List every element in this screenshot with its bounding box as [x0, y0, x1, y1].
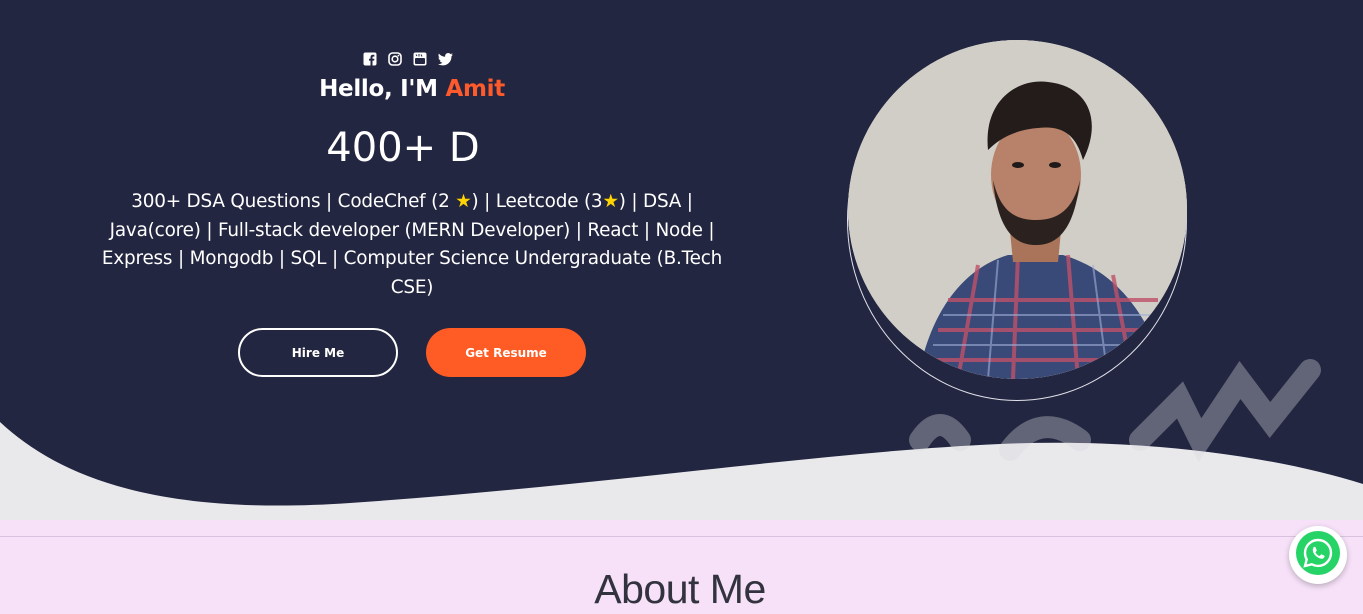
typed-headline: 400+ D: [326, 125, 480, 171]
twitter-icon[interactable]: [437, 51, 453, 67]
hero-section: Hello, I'M Amit 400+ D 300+ DSA Question…: [0, 0, 1363, 520]
hero-bio: 300+ DSA Questions | CodeChef (2 ★) | Le…: [85, 188, 739, 302]
youtube-icon[interactable]: [412, 51, 428, 67]
whatsapp-icon: [1294, 529, 1342, 581]
star-icon: ★: [455, 191, 472, 212]
bio-text: 300+ DSA Questions | CodeChef (2: [131, 191, 456, 212]
greeting-prefix: Hello, I'M: [319, 76, 446, 102]
social-links: [362, 51, 453, 67]
get-resume-button[interactable]: Get Resume: [426, 328, 586, 377]
whatsapp-button[interactable]: [1289, 526, 1347, 584]
star-icon: ★: [602, 191, 619, 212]
facebook-icon[interactable]: [362, 51, 378, 67]
section-divider: [0, 536, 1363, 537]
hire-me-button[interactable]: Hire Me: [238, 328, 398, 377]
greeting-name: Amit: [445, 76, 505, 102]
avatar: [848, 40, 1187, 379]
about-title: About Me: [594, 566, 766, 612]
instagram-icon[interactable]: [387, 51, 403, 67]
hero-greeting: Hello, I'M Amit: [0, 76, 824, 102]
bio-text: ) | Leetcode (3: [471, 191, 603, 212]
profile-photo: [848, 40, 1187, 379]
